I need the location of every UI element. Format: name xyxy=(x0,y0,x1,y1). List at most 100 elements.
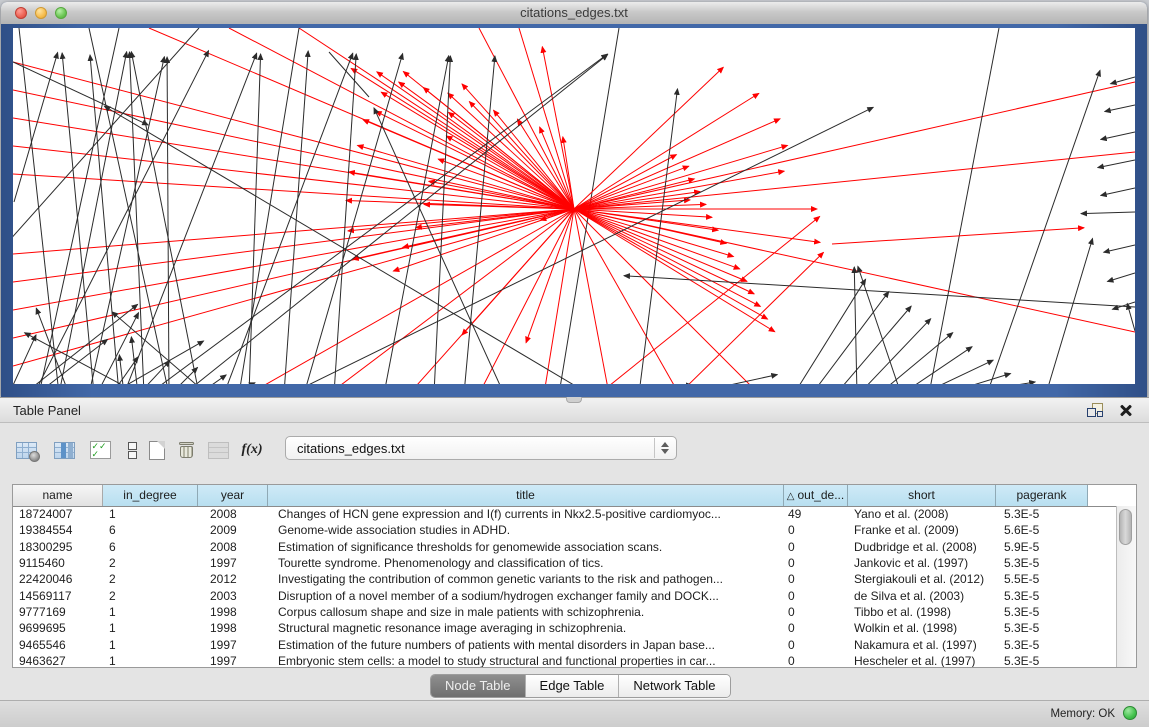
cell-title[interactable]: Genome-wide association studies in ADHD. xyxy=(268,523,784,537)
cell-pagerank[interactable]: 5.9E-5 xyxy=(996,540,1088,554)
table-row[interactable]: 1938455462009Genome-wide association stu… xyxy=(13,522,1117,538)
edge[interactable] xyxy=(574,209,820,242)
delete-entry-button[interactable] xyxy=(172,435,200,465)
edge[interactable] xyxy=(130,52,144,384)
edge[interactable] xyxy=(574,145,787,209)
edge[interactable] xyxy=(348,209,574,231)
cell-short[interactable]: Stergiakouli et al. (2012) xyxy=(848,572,996,586)
cell-short[interactable]: Franke et al. (2009) xyxy=(848,523,996,537)
edge[interactable] xyxy=(879,333,953,384)
edge[interactable] xyxy=(358,145,574,209)
cell-in_degree[interactable]: 1 xyxy=(103,605,198,619)
edge[interactable] xyxy=(449,112,574,209)
edge[interactable] xyxy=(544,209,574,384)
cell-pagerank[interactable]: 5.3E-5 xyxy=(996,589,1088,603)
edge[interactable] xyxy=(962,382,1035,384)
cell-year[interactable]: 2009 xyxy=(198,523,268,537)
table-row[interactable]: 1830029562008Estimation of significance … xyxy=(13,539,1117,555)
edge[interactable] xyxy=(124,53,257,384)
edge[interactable] xyxy=(574,82,1135,209)
cell-year[interactable]: 2008 xyxy=(198,540,268,554)
edge[interactable] xyxy=(37,339,108,384)
close-panel-icon[interactable] xyxy=(1119,403,1133,417)
cell-in_degree[interactable]: 2 xyxy=(103,589,198,603)
column-header-short[interactable]: short xyxy=(848,485,996,506)
edge[interactable] xyxy=(39,28,119,384)
column-header-name[interactable]: name xyxy=(13,485,103,506)
column-header-year[interactable]: year xyxy=(198,485,268,506)
cell-title[interactable]: Changes of HCN gene expression and I(f) … xyxy=(268,507,784,521)
cell-out_de[interactable]: 0 xyxy=(784,523,848,537)
cell-short[interactable]: Tibbo et al. (1998) xyxy=(848,605,996,619)
cell-short[interactable]: Jankovic et al. (1997) xyxy=(848,556,996,570)
edge[interactable] xyxy=(13,209,574,254)
scrollbar-thumb[interactable] xyxy=(1119,509,1132,545)
column-header-out_de[interactable]: △out_de... xyxy=(784,485,848,506)
memory-status-icon[interactable] xyxy=(1123,706,1137,720)
cell-name[interactable]: 18724007 xyxy=(13,507,103,521)
cell-in_degree[interactable]: 6 xyxy=(103,523,198,537)
cell-title[interactable]: Structural magnetic resonance image aver… xyxy=(268,621,784,635)
edge[interactable] xyxy=(409,209,574,384)
edge[interactable] xyxy=(199,375,226,384)
edge[interactable] xyxy=(574,209,609,384)
table-selector-dropdown[interactable]: citations_edges.txt xyxy=(285,436,677,460)
cell-short[interactable]: Dudbridge et al. (2008) xyxy=(848,540,996,554)
tab-edge-table[interactable]: Edge Table xyxy=(526,675,620,697)
edge[interactable] xyxy=(574,119,780,209)
edge[interactable] xyxy=(1101,188,1135,195)
column-header-in_degree[interactable]: in_degree xyxy=(103,485,198,506)
edge[interactable] xyxy=(574,209,768,319)
cell-in_degree[interactable]: 1 xyxy=(103,638,198,652)
table-row[interactable]: 1872400712008Changes of HCN gene express… xyxy=(13,506,1117,522)
edge[interactable] xyxy=(13,209,574,366)
edge[interactable] xyxy=(1127,304,1135,331)
cell-pagerank[interactable]: 5.3E-5 xyxy=(996,621,1088,635)
cell-name[interactable]: 9115460 xyxy=(13,556,103,570)
cell-out_de[interactable]: 0 xyxy=(784,540,848,554)
edge[interactable] xyxy=(859,319,931,384)
cell-title[interactable]: Investigating the contribution of common… xyxy=(268,572,784,586)
edge[interactable] xyxy=(24,304,138,384)
edge[interactable] xyxy=(574,171,784,209)
edge[interactable] xyxy=(812,292,889,384)
show-columns-button[interactable] xyxy=(50,435,78,465)
edge[interactable] xyxy=(329,52,369,97)
cell-out_de[interactable]: 0 xyxy=(784,638,848,652)
cell-year[interactable]: 1997 xyxy=(198,654,268,667)
cell-out_de[interactable]: 0 xyxy=(784,556,848,570)
edge[interactable] xyxy=(574,93,759,209)
cell-year[interactable]: 1998 xyxy=(198,605,268,619)
table-row[interactable]: 946362711997Embryonic stem cells: a mode… xyxy=(13,653,1117,667)
edge[interactable] xyxy=(526,209,574,343)
edge[interactable] xyxy=(574,209,754,294)
cell-short[interactable]: Yano et al. (2008) xyxy=(848,507,996,521)
edge[interactable] xyxy=(171,367,198,384)
cell-pagerank[interactable]: 5.3E-5 xyxy=(996,638,1088,652)
edge[interactable] xyxy=(290,107,873,384)
cell-year[interactable]: 1997 xyxy=(198,556,268,570)
edge[interactable] xyxy=(13,62,148,125)
cell-pagerank[interactable]: 5.3E-5 xyxy=(996,556,1088,570)
column-header-title[interactable]: title xyxy=(268,485,784,506)
column-header-pagerank[interactable]: pagerank xyxy=(996,485,1088,506)
table-row[interactable]: 969969511998Structural magnetic resonanc… xyxy=(13,620,1117,636)
tab-network-table[interactable]: Network Table xyxy=(619,675,729,697)
cell-pagerank[interactable]: 5.3E-5 xyxy=(996,654,1088,667)
panel-resize-notch[interactable] xyxy=(566,397,582,403)
edge[interactable] xyxy=(1098,160,1135,168)
edge[interactable] xyxy=(13,28,199,252)
cell-name[interactable]: 18300295 xyxy=(13,540,103,554)
cell-in_degree[interactable]: 2 xyxy=(103,556,198,570)
row-height-button[interactable] xyxy=(118,435,146,465)
table-settings-button[interactable] xyxy=(12,435,40,465)
cell-out_de[interactable]: 0 xyxy=(784,621,848,635)
edge[interactable] xyxy=(574,155,676,209)
cell-title[interactable]: Embryonic stem cells: a model to study s… xyxy=(268,654,784,667)
cell-title[interactable]: Corpus callosum shape and size in male p… xyxy=(268,605,784,619)
table-row[interactable]: 946554611997Estimation of the future num… xyxy=(13,636,1117,652)
cell-short[interactable]: de Silva et al. (2003) xyxy=(848,589,996,603)
table-row[interactable]: 1456911722003Disruption of a novel membe… xyxy=(13,587,1117,603)
cell-name[interactable]: 14569117 xyxy=(13,589,103,603)
edge[interactable] xyxy=(836,306,911,384)
